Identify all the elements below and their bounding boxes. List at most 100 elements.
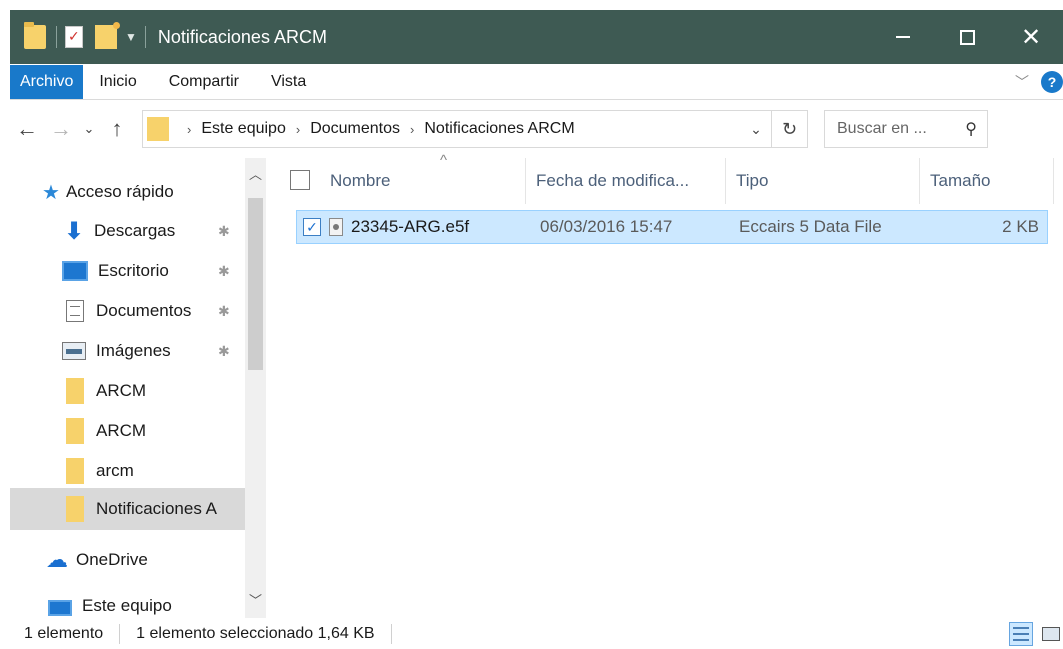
- toolbar-divider: [56, 26, 57, 48]
- forward-button[interactable]: →: [44, 116, 78, 142]
- pin-icon[interactable]: ✱: [218, 343, 230, 360]
- close-button[interactable]: ✕: [999, 10, 1063, 64]
- large-icons-view-button[interactable]: [1039, 622, 1063, 646]
- nav-item-arcm[interactable]: ARCM: [10, 411, 245, 451]
- column-label: Nombre: [330, 171, 391, 190]
- status-divider: [119, 623, 121, 644]
- maximize-button[interactable]: [935, 10, 999, 64]
- column-tamano[interactable]: Tamaño: [920, 158, 1054, 204]
- details-view-button[interactable]: [1009, 621, 1033, 646]
- expand-ribbon-chevron-icon[interactable]: ﹀: [1015, 72, 1029, 92]
- nav-item-notificaciones[interactable]: Notificaciones A: [10, 488, 245, 530]
- nav-pane-scrollbar[interactable]: ︿ ﹀: [245, 158, 266, 618]
- column-tipo[interactable]: Tipo: [726, 158, 920, 204]
- title-bar: ▼ Notificaciones ARCM ✕: [10, 10, 1063, 64]
- large-icons-view-icon: [1042, 626, 1060, 641]
- new-folder-icon[interactable]: [95, 22, 120, 49]
- address-history-chevron-icon[interactable]: ⌄: [741, 121, 771, 138]
- scroll-down-icon[interactable]: ﹀: [245, 590, 266, 609]
- details-view-icon: [1013, 626, 1029, 641]
- minimize-button[interactable]: [871, 10, 935, 64]
- nav-item-imagenes[interactable]: Imágenes ✱: [10, 331, 245, 371]
- breadcrumb-separator-icon[interactable]: ›: [410, 122, 414, 137]
- up-button[interactable]: ↑: [100, 116, 134, 142]
- tab-compartir[interactable]: Compartir: [153, 64, 255, 99]
- pictures-icon: [62, 342, 86, 360]
- breadcrumb-este-equipo[interactable]: Este equipo: [201, 120, 286, 138]
- address-controls: ⌄ ↻: [741, 111, 807, 147]
- selection-info: 1 elemento seleccionado 1,64 KB: [136, 624, 375, 642]
- nav-item-este-equipo[interactable]: Este equipo: [10, 594, 245, 618]
- view-switcher: [1003, 621, 1063, 646]
- address-bar[interactable]: › Este equipo › Documentos › Notificacio…: [142, 110, 808, 148]
- recent-locations-chevron-icon[interactable]: ⌄: [78, 121, 100, 137]
- nav-item-acceso-rapido[interactable]: ★ Acceso rápido: [42, 172, 277, 212]
- type-cell: Eccairs 5 Data File: [739, 217, 882, 236]
- ribbon-tabs: Archivo Inicio Compartir Vista ﹀ ?: [10, 64, 1063, 100]
- name-cell: ✓ 23345-ARG.e5f: [297, 211, 527, 243]
- nav-item-label: Descargas: [94, 221, 176, 240]
- search-icon: ⚲: [965, 121, 977, 138]
- size-cell: 2 KB: [1002, 217, 1039, 236]
- breadcrumb-separator-icon[interactable]: ›: [296, 122, 300, 137]
- column-fecha[interactable]: Fecha de modifica...: [526, 158, 726, 204]
- table-row[interactable]: ✓ 23345-ARG.e5f 06/03/2016 15:47 Eccairs…: [296, 210, 1048, 244]
- folder-icon: [66, 458, 84, 484]
- help-icon[interactable]: ?: [1041, 70, 1063, 93]
- window-title: Notificaciones ARCM: [157, 26, 327, 47]
- folder-icon: [66, 378, 84, 404]
- download-icon: ⬇: [63, 217, 85, 245]
- computer-icon: [48, 600, 72, 616]
- scroll-up-icon[interactable]: ︿: [245, 164, 266, 183]
- minimize-icon: [896, 36, 910, 38]
- tab-archivo[interactable]: Archivo: [10, 64, 84, 99]
- item-count: 1 elemento: [24, 624, 104, 642]
- nav-item-label: Notificaciones A: [96, 499, 217, 518]
- tab-inicio[interactable]: Inicio: [83, 64, 152, 99]
- row-checkbox[interactable]: ✓: [303, 218, 321, 236]
- back-button[interactable]: ←: [10, 116, 44, 142]
- desktop-icon: [62, 261, 88, 281]
- nav-item-documentos[interactable]: Documentos ✱: [10, 291, 245, 331]
- nav-item-onedrive[interactable]: ☁ OneDrive: [10, 540, 245, 580]
- nav-item-label: arcm: [96, 461, 134, 480]
- folder-icon: [147, 117, 169, 141]
- search-input[interactable]: Buscar en ... ⚲: [824, 110, 988, 148]
- column-label: Fecha de modifica...: [536, 171, 690, 190]
- folder-icon: [66, 418, 84, 444]
- refresh-icon[interactable]: ↻: [771, 111, 807, 147]
- nav-item-label: Documentos: [96, 301, 192, 320]
- nav-item-label: Acceso rápido: [65, 182, 174, 201]
- nav-item-label: Imágenes: [96, 341, 171, 360]
- nav-item-label: Escritorio: [98, 261, 169, 280]
- sort-ascending-icon: ^: [440, 152, 448, 169]
- nav-item-arcm[interactable]: ARCM: [10, 371, 245, 411]
- nav-item-label: ARCM: [96, 381, 147, 400]
- pin-icon[interactable]: ✱: [218, 223, 230, 240]
- nav-item-arcm-lower[interactable]: arcm: [10, 451, 245, 491]
- customize-toolbar-dropdown-icon[interactable]: ▼: [125, 30, 137, 44]
- nav-item-escritorio[interactable]: Escritorio ✱: [10, 251, 245, 291]
- toolbar-divider: [144, 26, 146, 48]
- select-all-checkbox[interactable]: [290, 170, 310, 190]
- file-icon: [329, 218, 343, 236]
- tab-vista[interactable]: Vista: [255, 64, 322, 99]
- breadcrumb-separator-icon[interactable]: ›: [187, 122, 191, 137]
- nav-item-descargas[interactable]: ⬇ Descargas ✱: [10, 211, 245, 251]
- navigation-bar: ← → ⌄ ↑ › Este equipo › Documentos › Not…: [10, 101, 1063, 157]
- folder-icon: [24, 22, 46, 49]
- breadcrumb-notificaciones-arcm[interactable]: Notificaciones ARCM: [424, 120, 574, 138]
- navigation-pane: ★ Acceso rápido ⬇ Descargas ✱ Escritorio…: [10, 158, 266, 618]
- scrollbar-thumb[interactable]: [248, 198, 263, 370]
- search-placeholder: Buscar en ...: [837, 120, 927, 137]
- column-label: Tipo: [736, 171, 769, 190]
- breadcrumb-documentos[interactable]: Documentos: [310, 120, 400, 138]
- pin-icon[interactable]: ✱: [218, 303, 230, 320]
- nav-item-label: ARCM: [96, 421, 147, 440]
- properties-icon[interactable]: [65, 26, 83, 48]
- documents-icon: [66, 300, 84, 322]
- pin-icon[interactable]: ✱: [218, 263, 230, 280]
- column-nombre[interactable]: ^ Nombre: [320, 152, 526, 204]
- column-headers: ^ Nombre Fecha de modifica... Tipo Tamañ…: [276, 152, 1063, 204]
- nav-item-label: Este equipo: [82, 596, 172, 615]
